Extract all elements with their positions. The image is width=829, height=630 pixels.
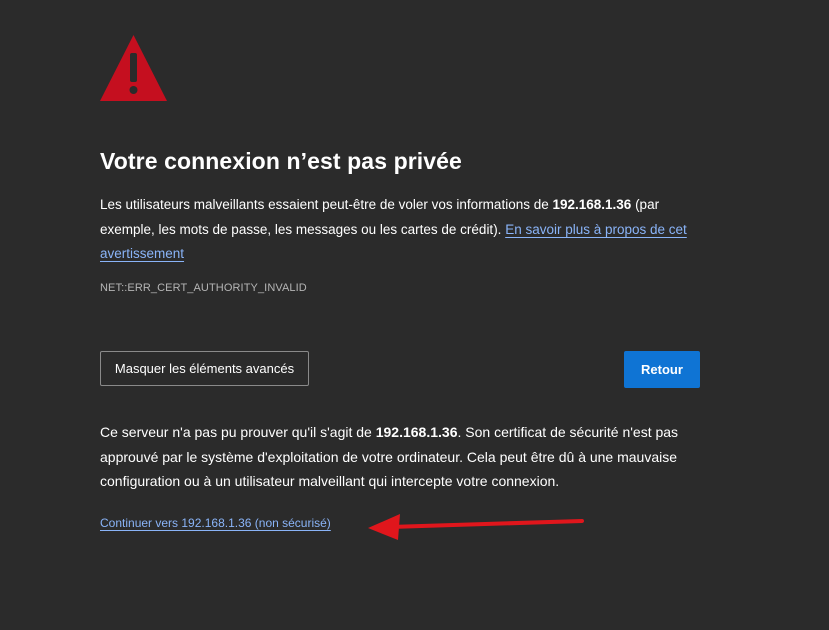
page-title: Votre connexion n’est pas privée (100, 148, 462, 174)
proceed-unsafe-link[interactable]: Continuer vers 192.168.1.36 (non sécuris… (100, 516, 331, 530)
details-text: Ce serveur n'a pas pu prouver qu'il s'ag… (100, 424, 376, 440)
intro-host: 192.168.1.36 (552, 197, 632, 212)
intro-paragraph: Les utilisateurs malveillants essaient p… (100, 193, 700, 267)
details-host: 192.168.1.36 (375, 424, 458, 440)
intro-text: Les utilisateurs malveillants essaient p… (100, 197, 553, 212)
interstitial-page: Votre connexion n’est pas privée Les uti… (0, 0, 829, 630)
error-code: NET::ERR_CERT_AUTHORITY_INVALID (100, 282, 307, 294)
back-button[interactable]: Retour (624, 351, 700, 388)
details-paragraph: Ce serveur n'a pas pu prouver qu'il s'ag… (100, 420, 700, 494)
warning-triangle-icon (100, 35, 167, 101)
red-arrow-annotation (368, 514, 584, 540)
hide-advanced-button[interactable]: Masquer les éléments avancés (100, 351, 309, 386)
